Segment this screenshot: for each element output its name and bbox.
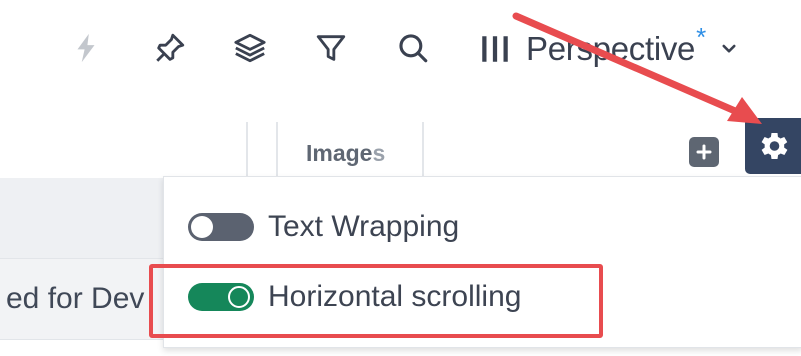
pin-icon — [156, 33, 185, 62]
modified-marker: * — [696, 21, 707, 52]
search-button[interactable] — [393, 28, 433, 68]
add-column-button[interactable] — [689, 137, 719, 167]
perspective-label: Perspective — [526, 30, 696, 67]
table-row — [0, 178, 166, 258]
chevron-down-icon — [722, 44, 736, 53]
row-cell-text: ed for Dev — [6, 282, 145, 315]
text-wrapping-toggle[interactable] — [188, 213, 254, 241]
layers-button[interactable] — [230, 28, 270, 68]
columns-icon — [482, 36, 508, 62]
search-icon — [399, 34, 428, 63]
layers-icon — [234, 33, 266, 63]
column-divider[interactable] — [246, 122, 248, 180]
bolt-button[interactable] — [66, 28, 106, 68]
filter-icon — [316, 35, 346, 61]
table-settings-button[interactable] — [745, 118, 801, 174]
column-divider[interactable] — [276, 122, 278, 180]
bolt-icon — [77, 33, 95, 63]
gear-icon — [761, 132, 788, 160]
text-wrapping-option[interactable]: Text Wrapping — [188, 210, 459, 244]
text-wrapping-label: Text Wrapping — [268, 210, 460, 243]
perspective-selector[interactable]: Perspective * — [478, 21, 738, 74]
column-header-images[interactable]: Images — [306, 140, 385, 167]
column-divider[interactable] — [422, 122, 424, 180]
filter-button[interactable] — [311, 28, 351, 68]
pin-button[interactable] — [150, 28, 190, 68]
annotation-highlight-box — [149, 264, 603, 338]
plus-icon — [696, 144, 712, 160]
